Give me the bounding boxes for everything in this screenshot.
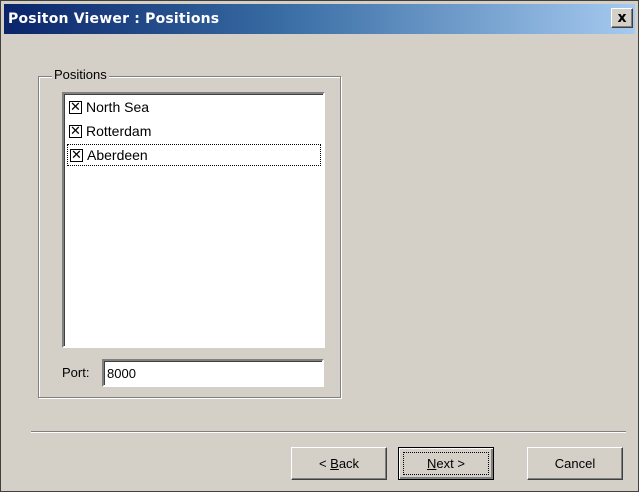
cancel-button[interactable]: Cancel [527,447,623,480]
checkbox-rotterdam[interactable]: ✕ [69,124,82,138]
list-item-rotterdam[interactable]: ✕ Rotterdam [67,120,321,142]
dialog-window: Positon Viewer : Positions x Positions ✕… [0,0,639,492]
back-button[interactable]: < Back [291,447,387,480]
positions-group-label: Positions [52,67,109,82]
list-item-north-sea[interactable]: ✕ North Sea [67,96,321,118]
close-button[interactable]: x [611,8,633,28]
positions-listbox[interactable]: ✕ North Sea ✕ Rotterdam ✕ Aberdeen [62,92,325,348]
list-item-label: Aberdeen [87,147,148,163]
port-input[interactable] [102,359,324,387]
port-label: Port: [62,365,90,380]
positions-groupbox: Positions ✕ North Sea ✕ Rotterdam ✕ Aber… [38,67,341,398]
cancel-button-label: Cancel [554,456,596,471]
checkbox-north-sea[interactable]: ✕ [69,100,82,114]
next-button[interactable]: Next > [398,447,494,480]
checkbox-aberdeen[interactable]: ✕ [70,148,83,162]
list-item-label: North Sea [86,99,150,115]
list-item-label: Rotterdam [86,123,152,139]
back-button-prefix: < [318,456,331,471]
focus-ring [403,452,489,475]
title-bar[interactable]: Positon Viewer : Positions x [4,4,635,34]
window-title: Positon Viewer : Positions [8,11,220,27]
back-button-accel: B [330,456,339,471]
close-icon: x [617,10,627,26]
back-button-rest: ack [338,456,360,471]
list-item-aberdeen[interactable]: ✕ Aberdeen [67,144,321,166]
button-separator [31,431,626,433]
